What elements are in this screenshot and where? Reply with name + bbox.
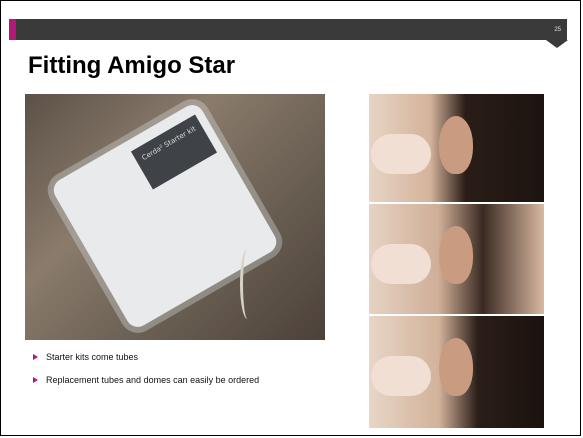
hand	[371, 134, 431, 174]
bullet-item: Replacement tubes and domes can easily b…	[32, 375, 259, 398]
page-number: 25	[554, 27, 561, 33]
ear	[439, 116, 473, 174]
ear-fitting-photo-1	[369, 94, 544, 202]
ear	[439, 338, 473, 396]
ear-fitting-photo-3	[369, 316, 544, 428]
slide-title: Fitting Amigo Star	[28, 52, 236, 79]
kit-tube	[240, 249, 255, 319]
ear-fitting-photo-2	[369, 204, 544, 314]
hand	[371, 244, 431, 284]
bullet-arrow-icon	[33, 354, 38, 360]
starter-kit-photo: Cerda² Starter kit	[25, 94, 325, 340]
header-bar	[9, 19, 567, 40]
header-accent	[9, 19, 16, 40]
bullet-arrow-icon	[33, 377, 38, 383]
bullet-text: Replacement tubes and domes can easily b…	[46, 375, 260, 385]
hand	[371, 356, 431, 396]
header-notch	[546, 40, 568, 48]
bullet-text: Starter kits come tubes	[46, 352, 139, 362]
bullet-list: Starter kits come tubes Replacement tube…	[32, 352, 259, 398]
ear	[439, 226, 473, 284]
bullet-item: Starter kits come tubes	[32, 352, 259, 375]
